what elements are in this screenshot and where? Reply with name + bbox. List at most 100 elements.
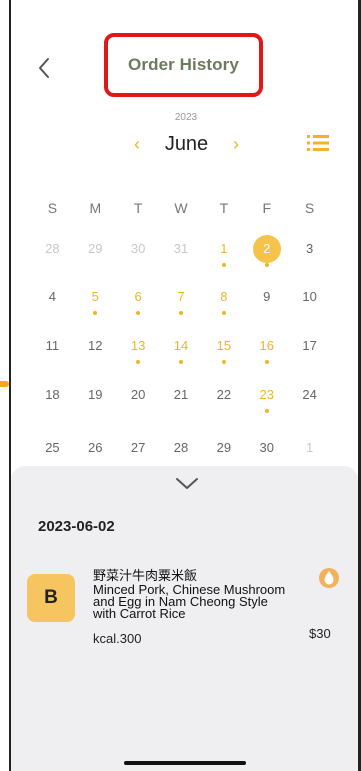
calendar-day[interactable]: 11 <box>31 332 74 372</box>
meal-name-english: Minced Pork, Chinese Mushroom and Egg in… <box>93 582 286 621</box>
calendar-day-number: 19 <box>88 387 103 402</box>
list-icon <box>307 135 329 151</box>
calendar-day-number: 10 <box>302 289 317 304</box>
order-dot-indicator <box>179 311 183 315</box>
meal-badge: B <box>27 574 75 622</box>
calendar-day-number: 4 <box>48 289 57 304</box>
calendar-day[interactable]: 22 <box>202 381 245 421</box>
calendar-day-number: 27 <box>130 440 146 455</box>
calendar-day[interactable]: 31 <box>160 235 203 275</box>
calendar-week-row: 4 5 6 7 8 9 10 <box>31 283 331 323</box>
weekday-header: SMTWTFS <box>31 200 331 216</box>
page-title: Order History <box>128 55 239 74</box>
calendar-day[interactable]: 16 <box>245 332 288 372</box>
calendar-day[interactable]: 1 <box>202 235 245 275</box>
calendar-day-number: 28 <box>45 241 60 256</box>
calendar-day-number: 29 <box>88 241 103 256</box>
calendar-day[interactable]: 21 <box>160 381 203 421</box>
calendar-day-number: 12 <box>88 338 103 353</box>
month-label: June <box>164 132 209 155</box>
calendar-day-number: 28 <box>173 440 189 455</box>
calendar-day[interactable]: 3 <box>288 235 331 275</box>
collapse-sheet-button[interactable] <box>174 474 200 492</box>
calendar-day-number: 22 <box>216 387 232 402</box>
calendar-day-number: 8 <box>220 289 228 304</box>
calendar-day[interactable]: 10 <box>288 283 331 323</box>
calendar-day-number: 31 <box>173 241 189 256</box>
calendar-day[interactable]: 18 <box>31 381 74 421</box>
next-month-button[interactable]: › <box>228 130 244 158</box>
calendar-day[interactable]: 7 <box>160 283 203 323</box>
prev-month-button[interactable]: ‹ <box>129 130 145 158</box>
month-selector: ‹ June › <box>129 130 244 158</box>
meal-calories: kcal.300 <box>93 631 142 646</box>
chevron-left-icon <box>39 58 49 78</box>
diet-indicator <box>318 567 340 589</box>
calendar-day[interactable]: 28 <box>31 235 74 275</box>
list-view-button[interactable] <box>307 134 329 152</box>
calendar-day-number: 3 <box>305 241 314 256</box>
calendar-day[interactable]: 9 <box>245 283 288 323</box>
calendar-day-number: 25 <box>45 440 60 455</box>
order-date: 2023-06-02 <box>38 518 115 535</box>
order-detail-sheet: 2023-06-02 B 野菜汁牛肉粟米飯 Minced Pork, Chine… <box>11 466 358 771</box>
order-dot-indicator <box>221 263 226 267</box>
calendar-day[interactable]: 19 <box>74 381 117 421</box>
phone-screen: Order History 2023 ‹ June › SMTWTFS 28 29… <box>0 0 361 771</box>
calendar-day-number: 30 <box>130 241 146 256</box>
order-dot-indicator <box>221 360 226 364</box>
calendar-day-number: 20 <box>130 387 146 402</box>
calendar-day[interactable]: 12 <box>74 332 117 372</box>
order-dot-indicator <box>179 360 183 364</box>
calendar-day[interactable]: 6 <box>117 283 160 323</box>
drop-icon <box>319 568 339 588</box>
order-dot-indicator <box>221 311 226 315</box>
calendar-day[interactable]: 15 <box>202 332 245 372</box>
calendar-day-number: 30 <box>259 440 274 455</box>
weekday-label: W <box>174 200 188 216</box>
back-button[interactable] <box>32 54 56 82</box>
calendar-day-number: 23 <box>259 387 274 402</box>
calendar-day-selected[interactable]: 2 <box>245 235 288 275</box>
order-dot-indicator <box>136 360 141 364</box>
calendar-day[interactable]: 13 <box>117 332 160 372</box>
home-indicator <box>124 761 246 765</box>
calendar-day-number: 6 <box>134 289 142 304</box>
calendar-day-number: 24 <box>302 387 317 402</box>
calendar-day-number: 26 <box>88 440 103 455</box>
calendar-day-number: 9 <box>263 289 271 304</box>
calendar-day[interactable]: 14 <box>160 332 203 372</box>
weekday-label: T <box>133 200 143 216</box>
order-dot-indicator <box>136 311 141 315</box>
weekday-label: M <box>89 200 102 216</box>
calendar-day-number: 1 <box>220 241 228 256</box>
calendar-day[interactable]: 8 <box>202 283 245 323</box>
calendar-day-number: 7 <box>177 289 185 304</box>
calendar-day-number: 21 <box>173 387 189 402</box>
weekday-label: S <box>304 200 315 216</box>
calendar-day[interactable]: 23 <box>245 381 288 421</box>
calendar-week-row: 11 12 13 14 15 16 17 <box>31 332 331 372</box>
calendar-day-number: 29 <box>216 440 232 455</box>
chevron-down-icon <box>176 478 198 489</box>
weekday-label: S <box>47 200 58 216</box>
calendar-day[interactable]: 17 <box>288 332 331 372</box>
order-dot-indicator <box>264 409 269 413</box>
calendar-day-number: 2 <box>252 235 281 263</box>
order-dot-indicator <box>264 360 269 364</box>
calendar-day-number: 15 <box>216 338 232 353</box>
calendar-day-number: 1 <box>305 440 314 455</box>
calendar-day-number: 17 <box>302 338 317 353</box>
calendar-day-number: 14 <box>173 338 189 353</box>
calendar-day[interactable]: 29 <box>74 235 117 275</box>
calendar-week-row: 28 29 30 31 1 2 3 <box>31 235 331 275</box>
calendar-day[interactable]: 20 <box>117 381 160 421</box>
weekday-label: T <box>219 200 229 216</box>
calendar-day-number: 11 <box>45 338 60 353</box>
calendar-day[interactable]: 5 <box>74 283 117 323</box>
calendar-day[interactable]: 30 <box>117 235 160 275</box>
calendar-day[interactable]: 4 <box>31 283 74 323</box>
calendar-day-number: 5 <box>91 289 99 304</box>
calendar-day[interactable]: 24 <box>288 381 331 421</box>
order-dot-indicator <box>93 311 98 315</box>
